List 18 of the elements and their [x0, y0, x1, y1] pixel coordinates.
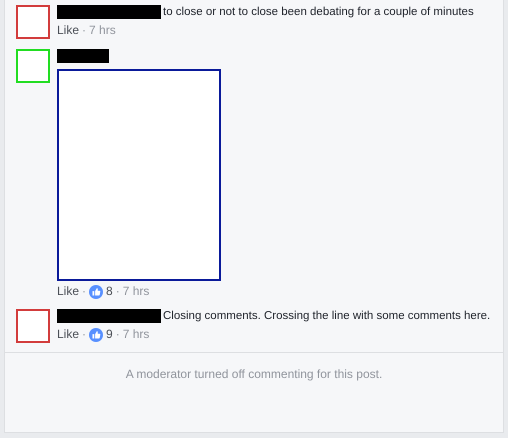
avatar[interactable] — [16, 309, 50, 344]
like-count[interactable]: 8 — [106, 284, 113, 300]
separator-dot: · — [116, 327, 120, 342]
separator-dot: · — [116, 284, 120, 300]
thumbs-up-icon — [89, 284, 104, 299]
avatar[interactable] — [16, 5, 50, 39]
separator-dot: · — [82, 284, 86, 300]
separator-dot: · — [82, 327, 86, 342]
like-link[interactable]: Like — [57, 327, 80, 342]
thumbs-up-icon — [89, 328, 104, 342]
image-frame[interactable] — [57, 69, 221, 282]
separator-dot: · — [82, 23, 86, 38]
like-link[interactable]: Like — [57, 284, 80, 300]
like-link[interactable]: Like — [57, 23, 80, 38]
comment-text: Closing comments. Crossing the line with some comments here. — [163, 310, 490, 322]
like-count[interactable]: 9 — [106, 327, 113, 342]
comment-text: to close or not to close been debating for a couple of minutes — [163, 6, 474, 18]
notice-text: A moderator turned off commenting for this post. — [126, 366, 382, 384]
